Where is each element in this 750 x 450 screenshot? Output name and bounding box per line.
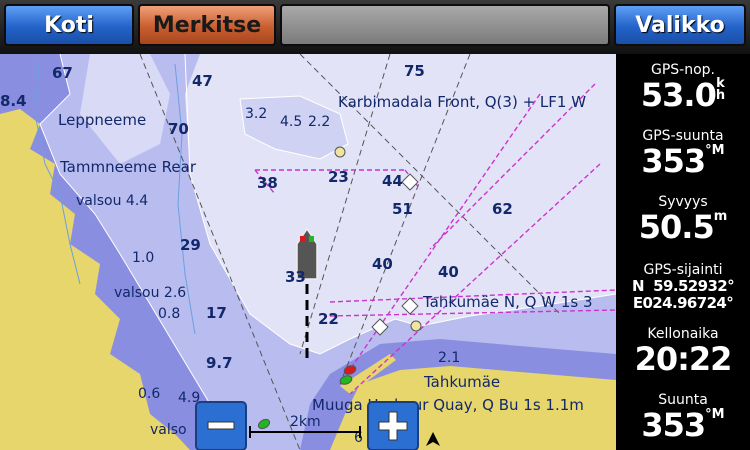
scale-label: 2km — [290, 414, 321, 430]
depth-label: 40 — [372, 255, 393, 273]
depth-label: 0.6 — [138, 386, 160, 402]
depth-label: 70 — [168, 120, 189, 138]
depth-label: 23 — [328, 168, 349, 186]
depth-label: 51 — [392, 200, 413, 218]
place-label: Leppneeme — [58, 111, 146, 129]
place-label: valsou 2.6 — [114, 285, 186, 301]
gps-speed-unit-bottom: h — [715, 88, 726, 103]
heading-unit: °M — [705, 407, 725, 422]
depth-label: 29 — [180, 236, 201, 254]
mark-label: Merkitse — [152, 12, 262, 38]
place-label: Tahkumäe — [423, 373, 500, 391]
top-toolbar: Koti Merkitse Valikko — [0, 0, 750, 54]
time-value: 20:22 — [634, 340, 733, 378]
depth-label: 8.4 — [0, 92, 27, 110]
light-icon[interactable] — [410, 320, 422, 332]
depth-label: 2.2 — [308, 114, 330, 130]
heading-value: 353 — [641, 406, 706, 444]
minus-icon — [207, 421, 235, 430]
depth-label: 9.7 — [206, 354, 233, 372]
depth-label: 40 — [438, 263, 459, 281]
gps-latitude: N 59.52932° — [631, 277, 735, 295]
light-icon[interactable] — [334, 146, 346, 158]
depth-label: 2.1 — [438, 350, 460, 366]
gps-position-field[interactable]: GPS-sijainti N 59.52932° E024.96724° — [616, 262, 750, 312]
gps-course-value: 353 — [641, 142, 706, 180]
zoom-in-button[interactable] — [367, 401, 419, 450]
time-field[interactable]: Kellonaika 20:22 — [616, 326, 750, 376]
home-label: Koti — [44, 12, 94, 38]
home-button[interactable]: Koti — [4, 4, 134, 46]
empty-toolbar-slot — [280, 4, 610, 46]
depth-label: 44 — [382, 172, 403, 190]
place-label: valso — [150, 422, 187, 438]
place-label: Karbimadala Front, Q(3) + LF1 W — [338, 93, 586, 111]
gps-position-label: GPS-sijainti — [643, 262, 723, 278]
gps-course-field[interactable]: GPS-suunta 353°M — [616, 128, 750, 178]
nautical-chart[interactable]: 67 47 75 8.4 70 3.2 4.5 2.2 38 23 44 51 … — [0, 54, 616, 450]
place-label: Tahkumäe N, Q W 1s 3 — [422, 293, 593, 311]
menu-button[interactable]: Valikko — [614, 4, 746, 46]
depth-label: 38 — [257, 174, 278, 192]
mark-button[interactable]: Merkitse — [138, 4, 276, 46]
depth-label: 62 — [492, 200, 513, 218]
menu-label: Valikko — [635, 12, 725, 38]
place-label: Muuga Harbour Quay, Q Bu 1s 1.1m — [312, 396, 584, 414]
heading-field[interactable]: Suunta 353°M — [616, 392, 750, 442]
depth-label: 47 — [192, 72, 213, 90]
gps-speed-field[interactable]: GPS-nop. 53.0k h — [616, 62, 750, 112]
gps-longitude: E024.96724° — [632, 294, 734, 312]
depth-label: 3.2 — [245, 106, 267, 122]
place-label: valsou 4.4 — [76, 193, 148, 209]
depth-label: 0.8 — [158, 306, 180, 322]
data-sidebar: GPS-nop. 53.0k h GPS-suunta 353°M Syvyys … — [616, 54, 750, 450]
depth-label: 1.0 — [132, 250, 154, 266]
depth-value: 50.5 — [638, 208, 715, 246]
depth-label: 22 — [318, 310, 339, 328]
depth-label: 67 — [52, 64, 73, 82]
depth-field[interactable]: Syvyys 50.5m — [616, 194, 750, 244]
depth-label: 75 — [404, 62, 425, 80]
depth-label: 4.5 — [280, 114, 302, 130]
depth-label: 33 — [285, 268, 306, 286]
gps-course-unit: °M — [705, 143, 725, 158]
depth-label: 17 — [206, 304, 227, 322]
depth-unit: m — [713, 209, 728, 224]
zoom-out-button[interactable] — [195, 401, 247, 450]
gps-speed-value: 53.0 — [640, 76, 717, 114]
place-label: Tammneeme Rear — [59, 158, 197, 176]
